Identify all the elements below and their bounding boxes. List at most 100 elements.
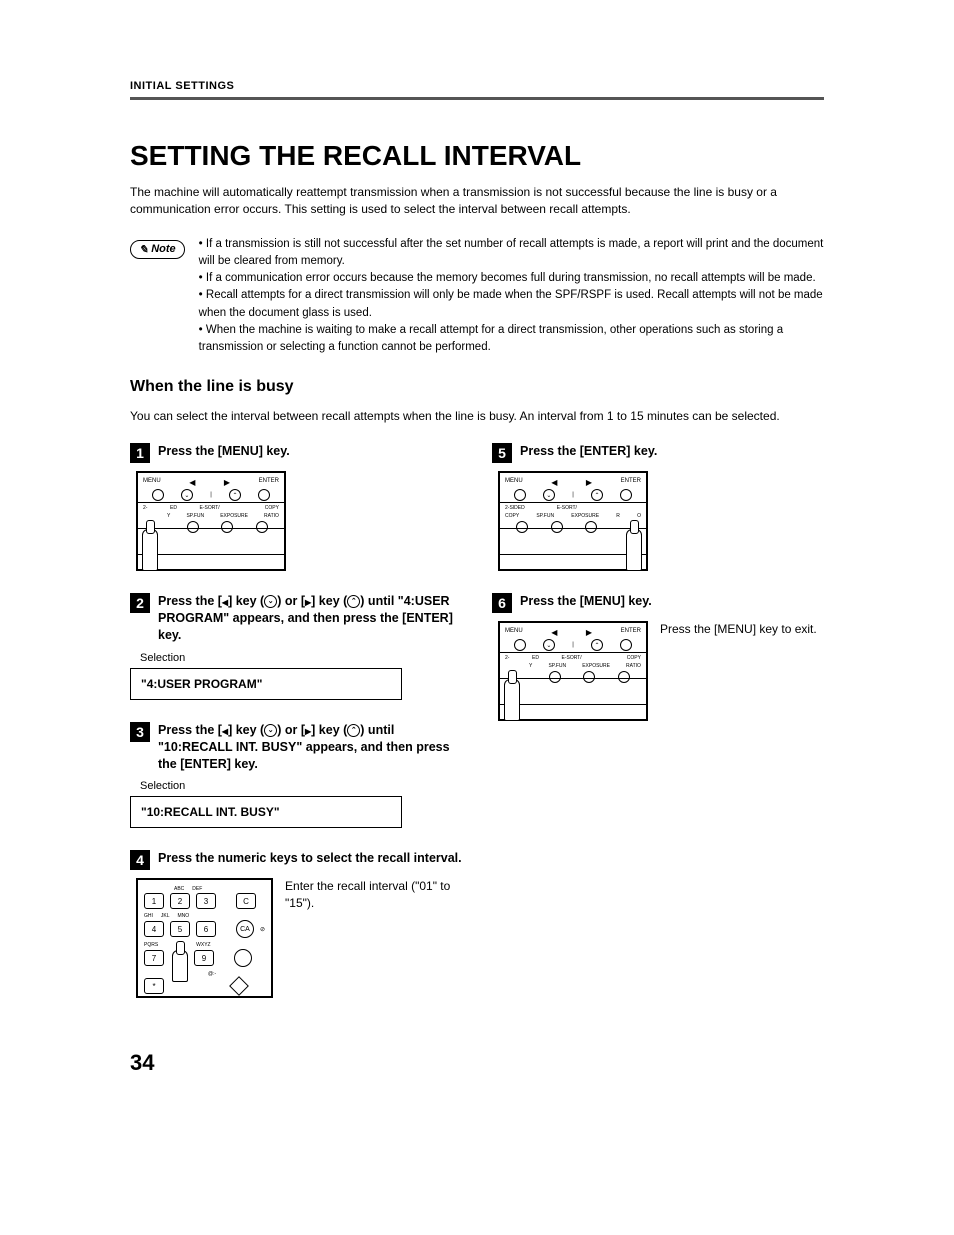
circle-up-icon: ⌃: [347, 595, 360, 608]
note-list: If a transmission is still not successfu…: [199, 236, 824, 357]
step-number: 5: [492, 443, 512, 463]
right-arrow-icon: [586, 478, 592, 487]
section-header: INITIAL SETTINGS: [130, 80, 824, 92]
step-number: 6: [492, 593, 512, 613]
panel-label: SP.FUN: [536, 513, 554, 519]
button-circle: [585, 521, 597, 533]
keypad-key: 5: [170, 921, 190, 937]
panel-label: Y: [167, 513, 170, 519]
note-item: If a communication error occurs because …: [199, 270, 824, 287]
button-circle: ⌃: [591, 639, 603, 651]
keypad-key: 7: [144, 950, 164, 966]
keypad-key: 1: [144, 893, 164, 909]
button-circle: [256, 521, 268, 533]
keypad-enter-icon: [234, 949, 252, 967]
step-title: Press the numeric keys to select the rec…: [158, 850, 462, 867]
step-description: Press the [MENU] key to exit.: [660, 621, 817, 638]
keypad-clear: C: [236, 893, 256, 909]
panel-label: EXPOSURE: [571, 513, 599, 519]
panel-label: ED: [170, 505, 177, 511]
panel-label-menu: MENU: [505, 628, 523, 637]
intro-text: The machine will automatically reattempt…: [130, 184, 824, 218]
note-badge: ✎ Note: [130, 240, 185, 259]
button-circle: [583, 671, 595, 683]
right-column: 5 Press the [ENTER] key. MENU ENTER ⌄ | …: [492, 443, 824, 1020]
key-label: WXYZ: [196, 942, 210, 948]
control-panel-diagram: MENU ENTER ⌄ | ⌃ 2-SIDED E-SORT/: [498, 471, 648, 571]
button-circle: [258, 489, 270, 501]
page-title: SETTING THE RECALL INTERVAL: [130, 140, 824, 172]
button-circle: ⌃: [229, 489, 241, 501]
step-description: Enter the recall interval ("01" to "15")…: [285, 878, 462, 912]
keypad-key: 3: [196, 893, 216, 909]
keypad-star: *: [144, 978, 164, 994]
key-label: ABC: [174, 886, 184, 892]
keypad-key: 6: [196, 921, 216, 937]
panel-label: SP.FUN: [186, 513, 204, 519]
panel-label: RATIO: [264, 513, 279, 519]
control-panel-diagram: MENU ENTER ⌄ | ⌃ 2- ED: [498, 621, 648, 721]
keypad-key: 4: [144, 921, 164, 937]
stop-icon: ⊘: [260, 926, 265, 933]
panel-label-enter: ENTER: [621, 628, 641, 637]
step-title: Press the [MENU] key.: [158, 443, 290, 460]
page-number: 34: [130, 1050, 824, 1076]
hand-pointer-icon: [142, 529, 158, 571]
circle-up-icon: ⌃: [347, 724, 360, 737]
step-1: 1 Press the [MENU] key. MENU ENTER ⌄ | ⌃: [130, 443, 462, 571]
right-arrow-icon: [586, 628, 592, 637]
numeric-keypad-diagram: ABCDEF 1 2 3 C GHIJKLMNO 4 5 6 CA: [136, 878, 273, 998]
subtext: You can select the interval between reca…: [130, 408, 824, 425]
step-3: 3 Press the [] key (⌄) or [] key (⌃) unt…: [130, 722, 462, 829]
hand-pointer-icon: [172, 950, 188, 982]
circle-down-icon: ⌄: [264, 595, 277, 608]
step-title: Press the [] key (⌄) or [] key (⌃) until…: [158, 722, 462, 773]
button-circle: [618, 671, 630, 683]
note-item: Recall attempts for a direct transmissio…: [199, 287, 824, 322]
left-arrow-icon: [551, 628, 557, 637]
subheading: When the line is busy: [130, 378, 824, 396]
step-5: 5 Press the [ENTER] key. MENU ENTER ⌄ | …: [492, 443, 824, 571]
keypad-key: 9: [194, 950, 214, 966]
button-circle: ⌄: [543, 639, 555, 651]
panel-label: COPY: [505, 513, 519, 519]
step-number: 4: [130, 850, 150, 870]
note-label: Note: [151, 243, 175, 255]
panel-label: ED: [532, 655, 539, 661]
left-arrow-icon: [189, 478, 195, 487]
selection-label: Selection: [140, 652, 462, 664]
panel-label: E-SORT/: [562, 655, 582, 661]
start-diamond-icon: [229, 976, 249, 996]
key-label: @:-: [208, 971, 216, 977]
step-number: 2: [130, 593, 150, 613]
step-title: Press the [MENU] key.: [520, 593, 652, 610]
key-label: JKL: [161, 913, 170, 919]
panel-label-menu: MENU: [143, 478, 161, 487]
step-title: Press the [] key (⌄) or [] key (⌃) until…: [158, 593, 462, 644]
panel-label: Y: [529, 663, 532, 669]
button-circle: [620, 639, 632, 651]
panel-label: RATIO: [626, 663, 641, 669]
note-box: ✎ Note If a transmission is still not su…: [130, 236, 824, 357]
panel-label: E-SORT/: [557, 505, 577, 511]
button-circle: [221, 521, 233, 533]
button-circle: [551, 521, 563, 533]
panel-label-enter: ENTER: [259, 478, 279, 487]
note-item: If a transmission is still not successfu…: [199, 236, 824, 271]
step-6: 6 Press the [MENU] key. MENU ENTER ⌄ |: [492, 593, 824, 721]
keypad-clear-all: CA: [236, 920, 254, 938]
panel-label: COPY: [265, 505, 279, 511]
button-circle: [514, 639, 526, 651]
button-circle: ⌄: [543, 489, 555, 501]
key-label: DEF: [192, 886, 202, 892]
keypad-key: 2: [170, 893, 190, 909]
button-circle: [620, 489, 632, 501]
panel-label-menu: MENU: [505, 478, 523, 487]
panel-label-enter: ENTER: [621, 478, 641, 487]
button-circle: ⌃: [591, 489, 603, 501]
hand-pointer-icon: [504, 679, 520, 721]
button-circle: [514, 489, 526, 501]
step-title: Press the [ENTER] key.: [520, 443, 657, 460]
key-label: GHI: [144, 913, 153, 919]
left-arrow-icon: [551, 478, 557, 487]
